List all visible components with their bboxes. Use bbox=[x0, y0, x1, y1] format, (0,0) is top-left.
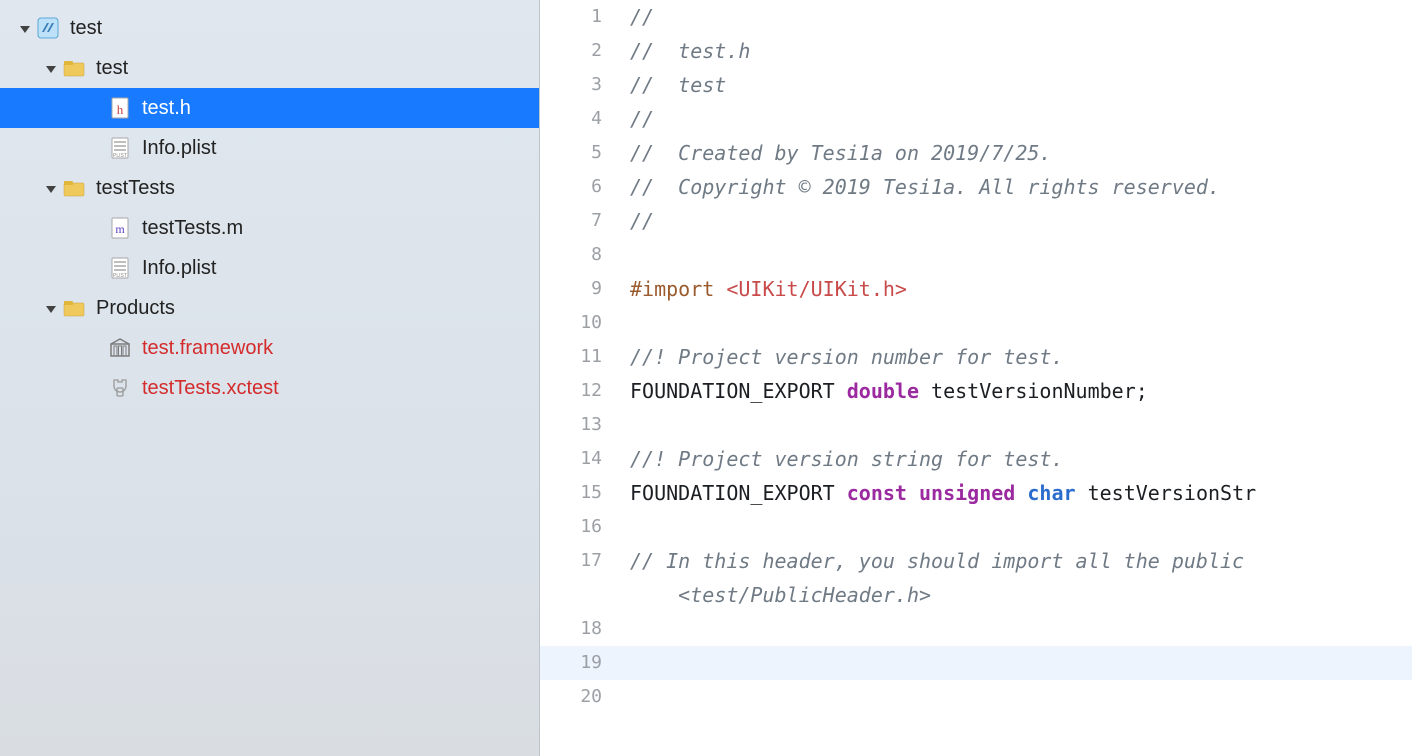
code-line[interactable]: FOUNDATION_EXPORT double testVersionNumb… bbox=[630, 374, 1412, 408]
line-number: 14 bbox=[540, 442, 630, 476]
line-number: 12 bbox=[540, 374, 630, 408]
line-number: 10 bbox=[540, 306, 630, 340]
line-number: 19 bbox=[540, 646, 630, 680]
header-file-icon: h bbox=[108, 96, 132, 120]
project-root-label: test bbox=[70, 17, 102, 40]
folder-testtests-row[interactable]: testTests bbox=[0, 168, 539, 208]
objc-file-icon: m bbox=[108, 216, 132, 240]
code-line[interactable] bbox=[630, 680, 1412, 714]
line-number: 4 bbox=[540, 102, 630, 136]
disclosure-triangle-icon[interactable] bbox=[18, 18, 32, 39]
line-number bbox=[540, 578, 630, 612]
code-line[interactable]: // test bbox=[630, 68, 1412, 102]
code-line[interactable]: // bbox=[630, 102, 1412, 136]
project-root-row[interactable]: test bbox=[0, 8, 539, 48]
code-line[interactable]: // Copyright © 2019 Tesi1a. All rights r… bbox=[630, 170, 1412, 204]
line-number: 15 bbox=[540, 476, 630, 510]
framework-icon bbox=[108, 336, 132, 360]
code-line[interactable]: #import <UIKit/UIKit.h> bbox=[630, 272, 1412, 306]
line-number: 16 bbox=[540, 510, 630, 544]
line-number: 7 bbox=[540, 204, 630, 238]
line-number: 1 bbox=[540, 0, 630, 34]
disclosure-triangle-icon[interactable] bbox=[44, 58, 58, 79]
xctest-icon bbox=[108, 376, 132, 400]
plist-file-icon: PLIST bbox=[108, 256, 132, 280]
code-line[interactable]: // test.h bbox=[630, 34, 1412, 68]
code-line[interactable]: <test/PublicHeader.h> bbox=[630, 578, 1412, 612]
code-line[interactable] bbox=[630, 510, 1412, 544]
code-line[interactable]: FOUNDATION_EXPORT const unsigned char te… bbox=[630, 476, 1412, 510]
disclosure-triangle-icon[interactable] bbox=[44, 178, 58, 199]
code-line[interactable] bbox=[630, 408, 1412, 442]
code-line[interactable]: //! Project version string for test. bbox=[630, 442, 1412, 476]
code-line[interactable] bbox=[630, 238, 1412, 272]
line-number: 20 bbox=[540, 680, 630, 714]
line-number: 6 bbox=[540, 170, 630, 204]
file-label: test.h bbox=[142, 97, 191, 120]
file-testtests-m-row[interactable]: m testTests.m bbox=[0, 208, 539, 248]
file-info-plist-row[interactable]: PLIST Info.plist bbox=[0, 128, 539, 168]
code-line[interactable]: // In this header, you should import all… bbox=[630, 544, 1412, 578]
disclosure-triangle-icon[interactable] bbox=[44, 298, 58, 319]
file-label: test.framework bbox=[142, 337, 273, 360]
line-number: 13 bbox=[540, 408, 630, 442]
svg-text:PLIST: PLIST bbox=[113, 153, 127, 159]
svg-text:m: m bbox=[115, 222, 125, 236]
xcode-project-icon bbox=[36, 16, 60, 40]
project-navigator[interactable]: test test h test.h PLIST Info.plist test… bbox=[0, 0, 540, 756]
file-label: Info.plist bbox=[142, 137, 216, 160]
product-xctest-row[interactable]: testTests.xctest bbox=[0, 368, 539, 408]
folder-test-row[interactable]: test bbox=[0, 48, 539, 88]
line-number: 8 bbox=[540, 238, 630, 272]
file-label: Info.plist bbox=[142, 257, 216, 280]
code-line[interactable] bbox=[630, 612, 1412, 646]
folder-icon bbox=[62, 56, 86, 80]
plist-file-icon: PLIST bbox=[108, 136, 132, 160]
svg-text:h: h bbox=[117, 102, 124, 117]
product-framework-row[interactable]: test.framework bbox=[0, 328, 539, 368]
code-line[interactable] bbox=[630, 306, 1412, 340]
source-editor[interactable]: 1// 2// test.h 3// test 4// 5// Created … bbox=[540, 0, 1412, 756]
folder-label: test bbox=[96, 57, 128, 80]
file-info-plist-row[interactable]: PLIST Info.plist bbox=[0, 248, 539, 288]
line-number: 18 bbox=[540, 612, 630, 646]
folder-label: Products bbox=[96, 297, 175, 320]
folder-icon bbox=[62, 296, 86, 320]
folder-icon bbox=[62, 176, 86, 200]
line-number: 11 bbox=[540, 340, 630, 374]
code-line[interactable] bbox=[630, 646, 1412, 680]
folder-label: testTests bbox=[96, 177, 175, 200]
code-line[interactable]: // bbox=[630, 0, 1412, 34]
svg-text:PLIST: PLIST bbox=[113, 273, 127, 279]
code-line[interactable]: // Created by Tesi1a on 2019/7/25. bbox=[630, 136, 1412, 170]
file-test-h-row[interactable]: h test.h bbox=[0, 88, 539, 128]
code-line[interactable]: //! Project version number for test. bbox=[630, 340, 1412, 374]
line-number: 3 bbox=[540, 68, 630, 102]
line-number: 9 bbox=[540, 272, 630, 306]
line-number: 2 bbox=[540, 34, 630, 68]
line-number: 17 bbox=[540, 544, 630, 578]
file-label: testTests.xctest bbox=[142, 377, 279, 400]
file-label: testTests.m bbox=[142, 217, 243, 240]
folder-products-row[interactable]: Products bbox=[0, 288, 539, 328]
code-line[interactable]: // bbox=[630, 204, 1412, 238]
line-number: 5 bbox=[540, 136, 630, 170]
